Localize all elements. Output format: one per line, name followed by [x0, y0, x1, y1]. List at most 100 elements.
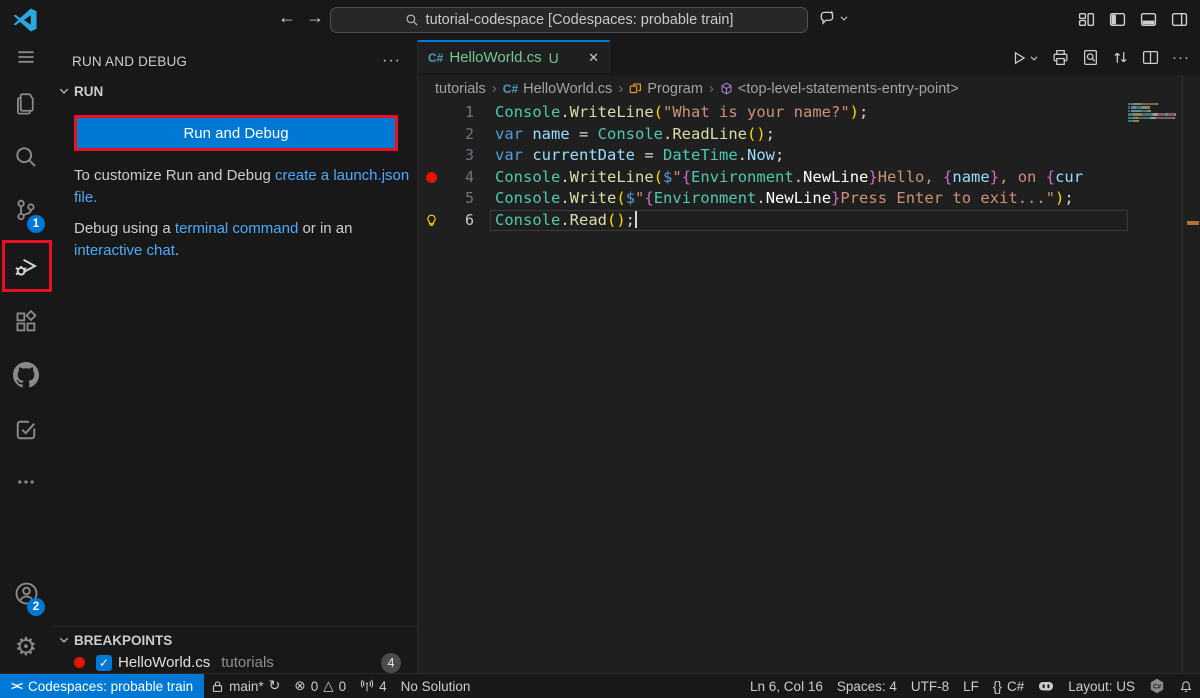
toggle-panel-icon[interactable] — [1140, 11, 1157, 28]
glyph-margin[interactable] — [418, 145, 444, 167]
debug-hint-suffix: . — [175, 242, 179, 259]
sync-icon: ↻ — [269, 678, 281, 694]
glyph-margin[interactable] — [418, 124, 444, 146]
text-cursor — [635, 211, 637, 228]
lightbulb-glyph[interactable] — [418, 210, 444, 232]
sidebar-item-github[interactable] — [0, 351, 52, 399]
notifications-bell-icon[interactable] — [1172, 674, 1200, 698]
code-line[interactable]: 5Console.Write($"{Environment.NewLine}Pr… — [418, 188, 1128, 210]
glyph-margin[interactable] — [418, 102, 444, 124]
breakpoint-list-item[interactable]: ✓ HelloWorld.cs tutorials 4 — [52, 651, 417, 674]
breakpoints-section-header[interactable]: BREAKPOINTS — [58, 629, 172, 651]
views-more-actions-icon[interactable]: ··· — [382, 52, 401, 70]
code-line[interactable]: 4Console.WriteLine($"{Environment.NewLin… — [418, 167, 1128, 189]
tab-helloworld-cs[interactable]: C# HelloWorld.cs U ✕ — [418, 40, 610, 73]
vscode-window: ← → tutorial-codespace [Codespaces: prob… — [0, 0, 1200, 698]
csharp-file-icon: C# — [428, 51, 443, 65]
breadcrumb-file[interactable]: C# HelloWorld.cs — [503, 81, 613, 97]
csharp-hexagon-icon: C# — [1149, 678, 1165, 694]
chevron-down-icon — [839, 13, 849, 23]
chevron-down-icon — [1029, 53, 1039, 63]
breakpoint-glyph[interactable] — [418, 167, 444, 189]
more-views-icon[interactable] — [0, 458, 52, 506]
settings-gear-icon[interactable]: ⚙ — [0, 622, 52, 670]
cursor-position-status[interactable]: Ln 6, Col 16 — [743, 674, 830, 698]
breadcrumb-symbol[interactable]: <top-level-statements-entry-point> — [720, 81, 959, 97]
search-editor-icon[interactable] — [1082, 49, 1099, 66]
warnings-count: 0 — [339, 679, 347, 694]
search-value: tutorial-codespace [Codespaces: probable… — [426, 12, 734, 28]
chevron-down-icon — [58, 634, 70, 646]
keyboard-layout-status[interactable]: Layout: US — [1061, 674, 1142, 698]
tab-bar: C# HelloWorld.cs U ✕ — [418, 40, 1200, 75]
lightbulb-icon — [425, 214, 438, 227]
code-line[interactable]: 6Console.Read(); — [418, 210, 1128, 232]
ports-status[interactable]: 4 — [353, 674, 394, 698]
sidebar-item-testing[interactable] — [0, 406, 52, 454]
errors-icon: ⊗ — [294, 678, 305, 694]
run-section-header[interactable]: RUN — [58, 80, 103, 102]
code-line[interactable]: 2var name = Console.ReadLine(); — [418, 124, 1128, 146]
sidebar-item-search[interactable] — [0, 133, 52, 181]
code-line[interactable]: 1Console.WriteLine("What is your name?")… — [418, 102, 1128, 124]
run-and-debug-button[interactable]: Run and Debug — [77, 118, 395, 148]
copilot-chat-button[interactable] — [818, 9, 849, 27]
csharp-extension-status[interactable]: C# — [1142, 674, 1172, 698]
command-center-search[interactable]: tutorial-codespace [Codespaces: probable… — [330, 7, 808, 33]
code-text: Console.WriteLine($"{Environment.NewLine… — [495, 167, 1083, 189]
breadcrumb-class[interactable]: Program — [629, 81, 703, 97]
branch-status[interactable]: main* ↻ — [204, 674, 287, 698]
more-actions-icon[interactable]: ··· — [1172, 49, 1190, 66]
minimap[interactable] — [1128, 103, 1182, 123]
print-icon[interactable] — [1052, 49, 1069, 66]
overview-ruler-mark — [1187, 221, 1199, 225]
code-text: Console.Write($"{Environment.NewLine}Pre… — [495, 188, 1074, 210]
toggle-secondary-sidebar-icon[interactable] — [1171, 11, 1188, 28]
split-editor-icon[interactable] — [1142, 49, 1159, 66]
breadcrumbs: tutorials › C# HelloWorld.cs › Program ›… — [418, 75, 1200, 102]
glyph-margin[interactable] — [418, 188, 444, 210]
breadcrumb-folder[interactable]: tutorials — [435, 81, 486, 97]
sidebar-item-run-and-debug[interactable] — [0, 242, 52, 290]
terminal-command-link[interactable]: terminal command — [175, 220, 298, 237]
encoding-status[interactable]: UTF-8 — [904, 674, 956, 698]
navigate-back-icon[interactable]: ← — [278, 7, 296, 28]
layout-label: Layout: US — [1068, 679, 1135, 694]
customize-hint-prefix: To customize Run and Debug — [74, 167, 275, 184]
copilot-status[interactable] — [1031, 674, 1061, 698]
navigate-forward-icon[interactable]: → — [306, 7, 324, 28]
close-tab-icon[interactable]: ✕ — [588, 50, 599, 66]
solution-status[interactable]: No Solution — [394, 674, 478, 698]
breakpoint-line-badge: 4 — [381, 653, 401, 673]
indentation-label: Spaces: 4 — [837, 679, 897, 694]
sidebar-item-extensions[interactable] — [0, 298, 52, 346]
eol-status[interactable]: LF — [956, 674, 986, 698]
language-status[interactable]: {} C# — [986, 674, 1031, 698]
remote-indicator[interactable]: >< Codespaces: probable train — [0, 674, 204, 698]
sidebar-item-explorer[interactable] — [0, 80, 52, 128]
git-untracked-indicator: U — [549, 50, 559, 66]
open-changes-icon[interactable] — [1112, 49, 1129, 66]
overview-ruler[interactable] — [1182, 75, 1200, 674]
branch-label: main* — [229, 679, 264, 694]
tab-title: HelloWorld.cs — [449, 49, 541, 66]
breadcrumb-label: HelloWorld.cs — [523, 81, 612, 97]
customize-layout-icon[interactable] — [1078, 11, 1095, 28]
menu-button[interactable] — [0, 33, 52, 81]
accounts-badge: 2 — [27, 598, 45, 616]
cursor-position-label: Ln 6, Col 16 — [750, 679, 823, 694]
code-editor[interactable]: 1Console.WriteLine("What is your name?")… — [418, 102, 1128, 231]
activity-bar: 1 2 ⚙ — [0, 40, 53, 674]
toggle-primary-sidebar-icon[interactable] — [1109, 11, 1126, 28]
code-text: Console.WriteLine("What is your name?"); — [495, 102, 868, 124]
interactive-chat-link[interactable]: interactive chat — [74, 242, 175, 259]
breakpoint-file-name: HelloWorld.cs — [118, 654, 210, 671]
customize-hint-text: To customize Run and Debug create a laun… — [74, 165, 410, 209]
indentation-status[interactable]: Spaces: 4 — [830, 674, 904, 698]
code-line[interactable]: 3var currentDate = DateTime.Now; — [418, 145, 1128, 167]
search-icon — [405, 13, 419, 27]
problems-status[interactable]: ⊗ 0 △ 0 — [287, 674, 353, 698]
run-file-button[interactable] — [1011, 50, 1039, 66]
breakpoint-checkbox[interactable]: ✓ — [96, 655, 112, 671]
csharp-file-icon: C# — [503, 82, 518, 96]
